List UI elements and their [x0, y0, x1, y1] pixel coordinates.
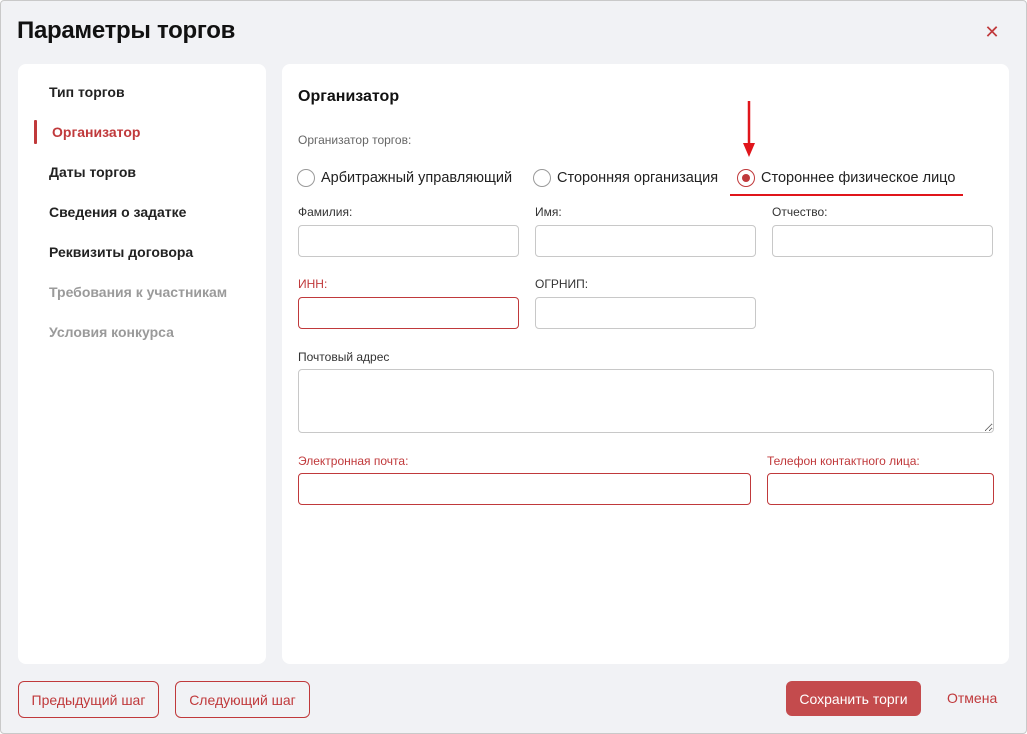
- radio-third-party-individual[interactable]: Стороннее физическое лицо: [737, 168, 955, 188]
- section-title: Организатор: [298, 88, 400, 105]
- ogrnip-field[interactable]: [535, 297, 756, 329]
- postal-address-label: Почтовый адрес: [298, 350, 390, 364]
- phone-field[interactable]: [767, 473, 994, 505]
- radio-third-party-organization[interactable]: Сторонняя организация: [533, 168, 718, 188]
- sidebar-item-dates[interactable]: Даты торгов: [49, 164, 136, 180]
- sidebar-item-deposit[interactable]: Сведения о задатке: [49, 204, 186, 220]
- close-icon[interactable]: ✕: [982, 23, 1002, 43]
- radio-circle[interactable]: [533, 169, 551, 187]
- email-field[interactable]: [298, 473, 751, 505]
- first-name-label: Имя:: [535, 205, 562, 219]
- cancel-button[interactable]: Отмена: [947, 690, 997, 706]
- patronymic-label: Отчество:: [772, 205, 828, 219]
- phone-label: Телефон контактного лица:: [767, 454, 920, 468]
- inn-label: ИНН:: [298, 277, 328, 291]
- radio-label: Арбитражный управляющий: [321, 170, 513, 186]
- active-indicator: [34, 120, 37, 144]
- radio-label: Стороннее физическое лицо: [761, 170, 956, 186]
- annotation-arrow-icon: [743, 101, 755, 157]
- next-step-button[interactable]: Следующий шаг: [175, 681, 310, 718]
- radio-label: Сторонняя организация: [557, 170, 719, 186]
- main-panel: Организатор Организатор торгов: Арбитраж…: [282, 64, 1009, 664]
- radio-circle-checked[interactable]: [737, 169, 755, 187]
- sidebar-item-organizer[interactable]: Организатор: [52, 124, 140, 140]
- sidebar-item-trade-type[interactable]: Тип торгов: [49, 84, 125, 100]
- sidebar-item-contract[interactable]: Реквизиты договора: [49, 244, 193, 260]
- last-name-field[interactable]: [298, 225, 519, 257]
- dialog-title: Параметры торгов: [17, 17, 236, 44]
- organizer-type-label: Организатор торгов:: [298, 133, 412, 147]
- previous-step-button[interactable]: Предыдущий шаг: [18, 681, 159, 718]
- postal-address-field[interactable]: [298, 369, 994, 433]
- last-name-label: Фамилия:: [298, 205, 353, 219]
- dialog: Параметры торгов ✕ Тип торгов Организато…: [0, 0, 1027, 734]
- sidebar: Тип торгов Организатор Даты торгов Сведе…: [18, 64, 266, 664]
- save-button[interactable]: Сохранить торги: [786, 681, 921, 716]
- sidebar-item-conditions: Условия конкурса: [49, 324, 174, 340]
- radio-arbitration-manager[interactable]: Арбитражный управляющий: [297, 168, 512, 188]
- radio-circle[interactable]: [297, 169, 315, 187]
- ogrnip-label: ОГРНИП:: [535, 277, 589, 291]
- sidebar-item-requirements: Требования к участникам: [49, 284, 228, 300]
- email-label: Электронная почта:: [298, 454, 409, 468]
- first-name-field[interactable]: [535, 225, 756, 257]
- annotation-underline: [730, 194, 963, 196]
- inn-field[interactable]: [298, 297, 519, 329]
- patronymic-field[interactable]: [772, 225, 993, 257]
